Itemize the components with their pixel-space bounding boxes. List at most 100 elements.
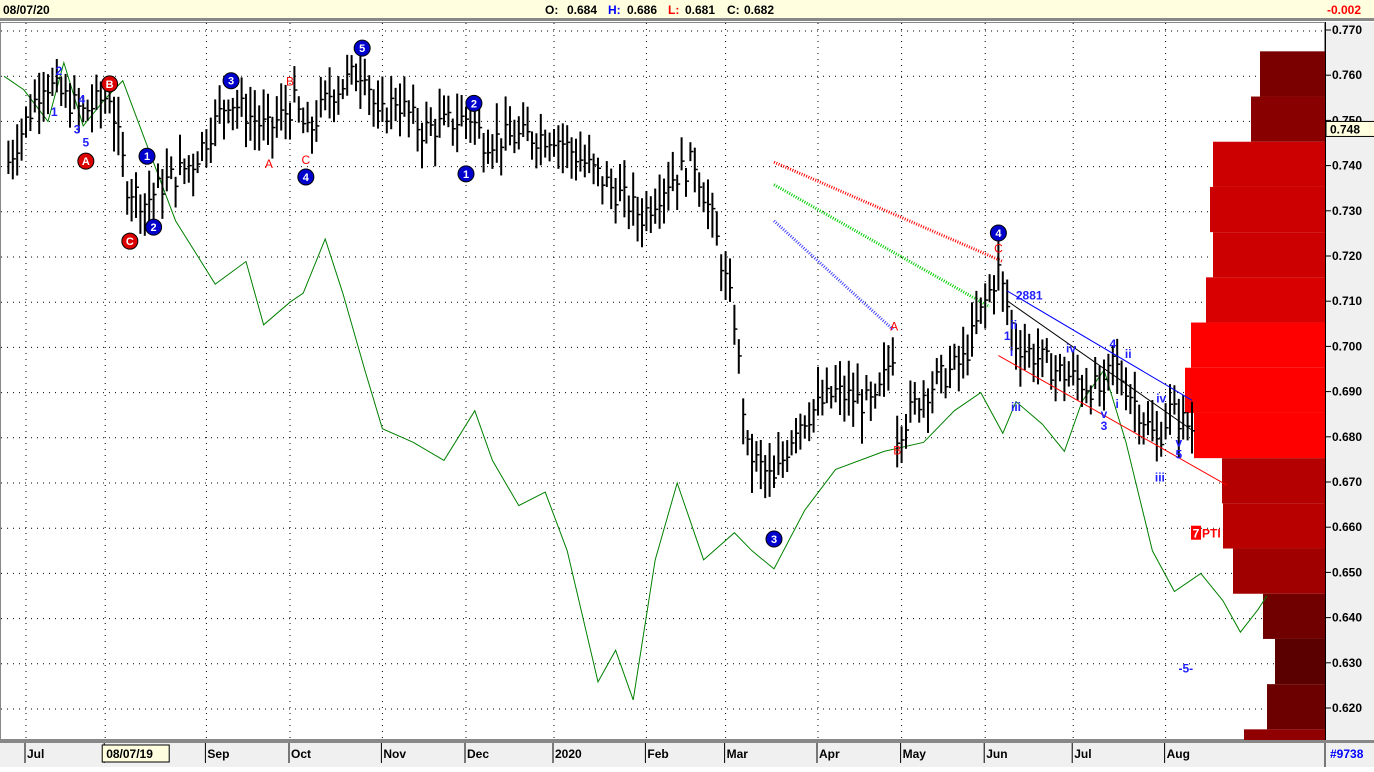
chart-svg: 123451234ABCBA CABC241352881ii1iiiiiv 4iii…: [1, 23, 1326, 772]
price-bar: [179, 134, 183, 176]
price-bar: [126, 181, 131, 215]
price-bar: [311, 116, 315, 154]
price-bar: [1050, 353, 1055, 390]
price-bar: [1076, 354, 1081, 401]
price-bar: [887, 345, 892, 391]
price-bar: [641, 198, 645, 248]
wave-label: 2: [56, 64, 63, 78]
low-label: L:: [668, 3, 680, 17]
price-bar: [227, 99, 232, 124]
current-price-label: 0.748: [1330, 122, 1360, 136]
price-chart[interactable]: 1 2 3 4 5 1 2 3 4 A B C B A C A B C 2 4 1 3 5 2881 ii 1 i iii iv 4 ii i…: [0, 22, 1326, 772]
price-bar: [1001, 271, 1006, 312]
price-bar: [7, 140, 12, 174]
y-tick-label: 0.640: [1332, 611, 1362, 625]
price-bar: [394, 87, 399, 122]
month-label: 2020: [555, 747, 582, 761]
price-bar: [751, 433, 755, 493]
price-bar: [1054, 355, 1059, 402]
price-bar: [319, 76, 324, 118]
moving-average-blue: [772, 219, 894, 331]
price-bar: [240, 77, 245, 117]
wave-label: 2: [471, 98, 477, 110]
price-bar: [786, 440, 791, 472]
price-bar: [412, 84, 417, 124]
price-bar: [803, 415, 808, 439]
moving-average-red: [773, 160, 1004, 263]
volume-profile-bar: [1210, 186, 1326, 233]
high-value: 0.686: [627, 3, 658, 17]
wave-label: 2: [151, 222, 157, 234]
price-bar: [157, 163, 161, 189]
price-bar: [1116, 338, 1121, 394]
price-bar: [610, 168, 615, 210]
price-axis[interactable]: 0.770 0.760 0.750 0.740 0.730 0.720 0.710 0.700…: [1325, 22, 1374, 740]
volume-profile-bar: [1263, 593, 1326, 639]
price-bar: [724, 251, 729, 300]
price-bar: [671, 151, 676, 192]
pti-label: PTI: [1202, 527, 1221, 541]
y-tick-label: 0.730: [1332, 204, 1362, 218]
wave-label: i: [1010, 345, 1013, 359]
price-bar: [20, 118, 25, 161]
wave-label: C: [126, 236, 134, 248]
price-bar: [447, 95, 452, 128]
volume-profile-bar: [1213, 232, 1326, 278]
price-bar: [1147, 401, 1151, 436]
price-bar: [1111, 345, 1116, 386]
price-bar: [909, 380, 914, 423]
price-bar: [601, 176, 606, 205]
price-bar: [575, 138, 579, 181]
price-bar: [1094, 356, 1099, 390]
price-bar: [201, 131, 205, 162]
price-bar: [275, 96, 280, 138]
price-bar: [495, 103, 500, 163]
price-bar: [135, 172, 139, 218]
price-bar: [720, 254, 725, 292]
price-bar: [465, 106, 469, 140]
price-bar: [900, 426, 905, 464]
volume-profile-bar: [1223, 503, 1326, 549]
price-bar: [896, 415, 901, 468]
month-label: Sep: [207, 747, 229, 761]
price-bar: [676, 174, 681, 210]
price-bar: [935, 357, 940, 385]
price-bar: [1085, 367, 1090, 404]
price-bar: [680, 137, 685, 171]
price-bar: [302, 107, 307, 134]
price-bar: [91, 84, 95, 133]
price-bar: [799, 413, 804, 450]
y-tick-label: 0.740: [1332, 159, 1362, 173]
price-bar: [861, 389, 865, 444]
price-bar: [825, 367, 830, 404]
volume-profile-bar: [1233, 548, 1326, 594]
y-tick-label: 0.620: [1332, 701, 1362, 715]
price-bar: [421, 122, 425, 169]
price-bar: [931, 371, 936, 414]
price-bar: [808, 402, 813, 442]
wave-label: iii: [1155, 471, 1165, 485]
price-bar: [403, 76, 408, 117]
y-tick-label: 0.760: [1332, 68, 1362, 82]
wave-label: C: [994, 241, 1003, 255]
price-bar: [350, 55, 355, 85]
date-axis[interactable]: Jul 08/07/19 Sep Oct Nov Dec 2020 Feb Mar Apr May J…: [0, 740, 1374, 767]
price-bar: [231, 97, 236, 131]
price-bar: [654, 188, 659, 224]
price-bar: [764, 455, 769, 499]
price-bar: [715, 211, 720, 246]
month-label: 08/07/19: [106, 747, 153, 761]
price-bar: [187, 155, 192, 183]
price-bar: [60, 76, 65, 107]
price-bar: [1028, 333, 1033, 368]
price-bar: [372, 89, 377, 127]
price-bar: [693, 147, 698, 193]
volume-profile-bar: [1260, 51, 1326, 97]
volume-profile-bar: [1213, 141, 1326, 187]
y-tick-label: 0.770: [1332, 23, 1362, 37]
price-bar: [271, 116, 276, 159]
wave-label: 2881: [1016, 288, 1043, 302]
price-bar: [852, 372, 857, 427]
price-bar: [205, 129, 210, 168]
month-label: Jul: [1074, 747, 1091, 761]
